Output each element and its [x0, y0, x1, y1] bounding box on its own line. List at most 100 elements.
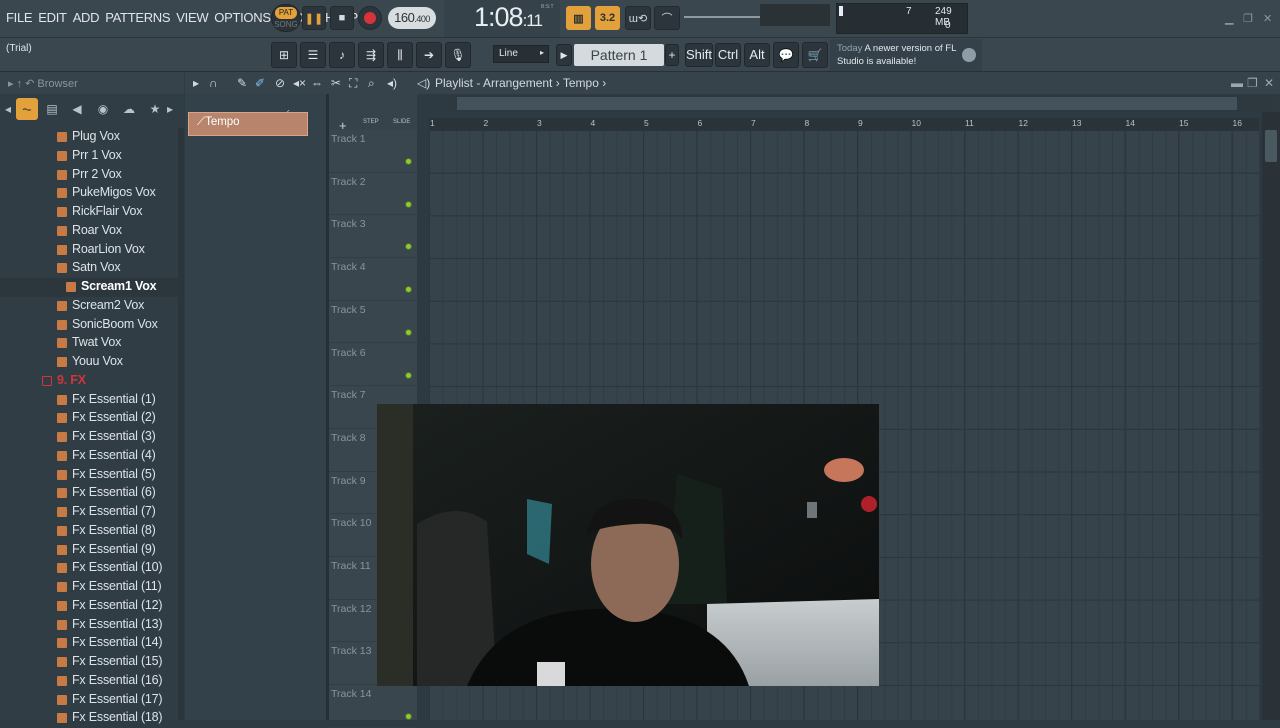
playback-icon[interactable]: ◂): [387, 76, 397, 90]
globe-icon[interactable]: [962, 48, 976, 62]
zoom-icon[interactable]: ⌕: [368, 76, 375, 91]
snap-mode-select[interactable]: Line ▸: [493, 45, 549, 63]
master-pitch-slider[interactable]: [684, 16, 760, 18]
piano-roll-button[interactable]: ♪: [329, 42, 355, 68]
menu-item-options[interactable]: OPTIONS: [214, 10, 271, 25]
news-panel[interactable]: Today A newer version of FL Studio is av…: [830, 39, 982, 71]
menu-item-edit[interactable]: EDIT: [38, 10, 67, 25]
cloud-icon[interactable]: ☁: [119, 99, 139, 119]
browser-file-item[interactable]: Fx Essential (3): [0, 428, 178, 447]
browser-file-item[interactable]: Fx Essential (6): [0, 484, 178, 503]
menu-item-file[interactable]: FILE: [6, 10, 33, 25]
browser-file-item[interactable]: Youu Vox: [0, 353, 178, 372]
track-enable-dot[interactable]: [405, 243, 412, 251]
browser-file-item[interactable]: Fx Essential (11): [0, 578, 178, 597]
track-enable-dot[interactable]: [405, 713, 412, 721]
pattern-prev-button[interactable]: ▶: [556, 44, 572, 66]
track-header[interactable]: Track 14: [329, 685, 417, 728]
browser-file-item[interactable]: Fx Essential (1): [0, 391, 178, 410]
alt-key-button[interactable]: Alt: [744, 43, 770, 67]
browser-file-item[interactable]: Plug Vox: [0, 128, 178, 147]
paint-icon[interactable]: ✐: [255, 76, 265, 90]
browser-file-item[interactable]: Roar Vox: [0, 222, 178, 241]
tempo-clip[interactable]: ⟋Tempo: [188, 112, 308, 136]
browser-file-item[interactable]: Fx Essential (5): [0, 466, 178, 485]
speaker-arrow-icon[interactable]: ◁): [417, 76, 430, 90]
ctrl-key-button[interactable]: Ctrl: [715, 43, 741, 67]
timeline-ruler[interactable]: 1 2 3 4 5 6 7 8 9 10 11 12 13 14 15 16: [429, 118, 1259, 130]
menu-item-patterns[interactable]: PATTERNS: [105, 10, 170, 25]
arrow-up-icon[interactable]: ▸ ↑ ↶: [8, 78, 37, 90]
track-enable-dot[interactable]: [405, 158, 412, 165]
channel-rack-button[interactable]: ☰: [300, 42, 326, 68]
minimize-icon[interactable]: ▁: [1225, 12, 1233, 25]
track-enable-dot[interactable]: [405, 286, 412, 294]
record-audio-button[interactable]: 🎙: [445, 42, 471, 68]
vertical-scrollbar[interactable]: [1262, 112, 1280, 720]
stop-button[interactable]: ■: [330, 6, 354, 30]
track-header[interactable]: Track 5: [329, 301, 417, 344]
track-enable-dot[interactable]: [405, 328, 412, 336]
magnet-icon[interactable]: ∩: [209, 76, 218, 90]
browser-file-item[interactable]: Fx Essential (9): [0, 541, 178, 560]
browser-file-item[interactable]: Fx Essential (17): [0, 691, 178, 710]
track-header[interactable]: Track 1: [329, 130, 417, 173]
pat-song-toggle[interactable]: PAT SONG: [271, 4, 301, 32]
horizontal-scroll-thumb[interactable]: [457, 97, 1237, 110]
browser-file-item[interactable]: Fx Essential (16): [0, 672, 178, 691]
mixer-button[interactable]: ⇶: [358, 42, 384, 68]
browser-scrollbar[interactable]: [178, 128, 184, 720]
star-icon[interactable]: ★: [145, 99, 165, 119]
browser-file-item[interactable]: Fx Essential (14): [0, 634, 178, 653]
browser-file-item[interactable]: Fx Essential (10): [0, 559, 178, 578]
track-header[interactable]: Track 3: [329, 215, 417, 259]
metronome-button[interactable]: ⌒: [654, 6, 680, 30]
record-button[interactable]: [358, 6, 382, 30]
tempo-display[interactable]: 160.400: [388, 7, 436, 29]
speaker-icon[interactable]: ◀: [67, 99, 87, 119]
delete-icon[interactable]: ⊘: [275, 76, 285, 90]
browser-file-item[interactable]: Twat Vox: [0, 334, 178, 353]
browser-file-item[interactable]: Scream2 Vox: [0, 297, 178, 316]
pause-button[interactable]: ❚❚: [302, 6, 326, 30]
browser-file-item[interactable]: Fx Essential (2): [0, 409, 178, 428]
browser-file-item[interactable]: SonicBoom Vox: [0, 316, 178, 335]
minimize-icon[interactable]: ▬: [1231, 76, 1243, 90]
track-header[interactable]: Track 4: [329, 258, 417, 301]
browser-file-item[interactable]: Satn Vox: [0, 259, 178, 278]
track-header[interactable]: Track 2: [329, 173, 417, 216]
browser-button[interactable]: ➔: [416, 42, 442, 68]
vertical-scroll-thumb[interactable]: [1265, 130, 1277, 162]
mute-icon[interactable]: ◂×: [293, 76, 306, 90]
track-enable-dot[interactable]: [405, 200, 412, 208]
close-icon[interactable]: ✕: [1263, 12, 1272, 25]
plugin-picker-button[interactable]: ⫼: [387, 42, 413, 68]
chevron-left-icon[interactable]: ◂: [2, 99, 14, 119]
menu-item-add[interactable]: ADD: [73, 10, 100, 25]
maximize-icon[interactable]: ❐: [1243, 12, 1253, 25]
song-position[interactable]: 1:08:11: [474, 2, 543, 33]
feedback-button[interactable]: 💬: [773, 42, 799, 68]
browser-file-item[interactable]: Prr 1 Vox: [0, 147, 178, 166]
browser-file-item[interactable]: Fx Essential (7): [0, 503, 178, 522]
browser-file-item[interactable]: Fx Essential (12): [0, 597, 178, 616]
slice-icon[interactable]: ✂: [331, 76, 341, 90]
menu-item-view[interactable]: VIEW: [176, 10, 208, 25]
browser-file-item[interactable]: Prr 2 Vox: [0, 166, 178, 185]
select-icon[interactable]: ⛶: [349, 76, 357, 91]
browser-folder[interactable]: 9. FX: [0, 372, 178, 391]
add-pattern-button[interactable]: +: [665, 44, 679, 66]
snap-value-button[interactable]: 3.2: [595, 6, 620, 30]
horizontal-scrollbar[interactable]: [447, 95, 1279, 112]
browser-file-item[interactable]: Fx Essential (4): [0, 447, 178, 466]
chevron-right-icon[interactable]: ▸: [164, 99, 176, 119]
track-header[interactable]: Track 6: [329, 344, 417, 387]
browser-file-item[interactable]: RoarLion Vox: [0, 241, 178, 260]
play-icon[interactable]: ▸: [193, 76, 199, 90]
browser-file-item[interactable]: Fx Essential (13): [0, 616, 178, 635]
plugin-globe-icon[interactable]: ◉: [93, 99, 113, 119]
shop-button[interactable]: 🛒: [802, 42, 828, 68]
browser-file-item[interactable]: Fx Essential (8): [0, 522, 178, 541]
browser-file-item[interactable]: RickFlair Vox: [0, 203, 178, 222]
track-enable-dot[interactable]: [405, 371, 412, 379]
